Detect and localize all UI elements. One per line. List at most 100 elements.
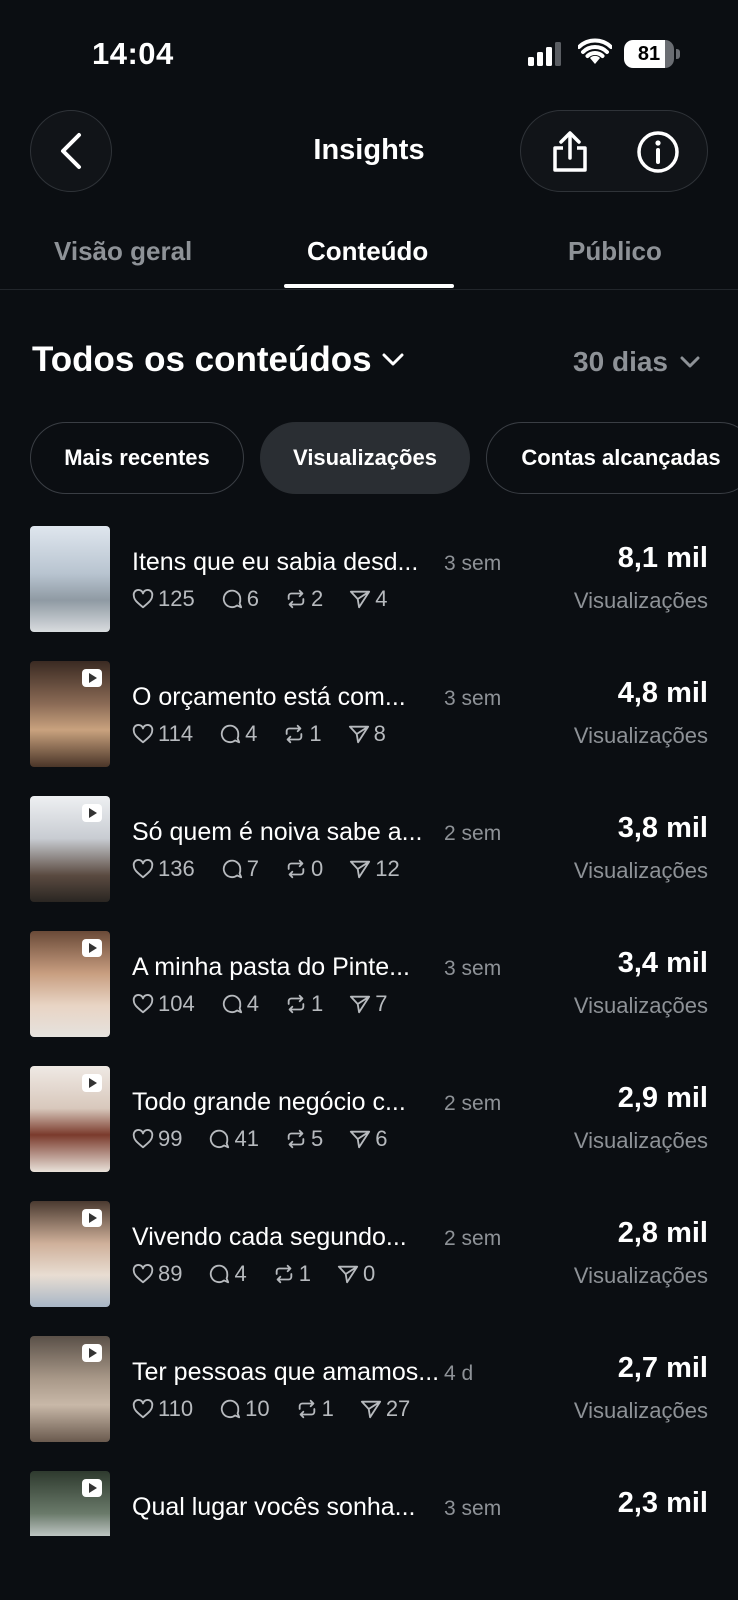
reel-icon — [82, 804, 102, 822]
views-value: 2,8 mil — [617, 1217, 708, 1249]
likes-stat: 114 — [132, 721, 193, 747]
post-thumbnail[interactable] — [30, 1201, 110, 1307]
post-thumbnail[interactable] — [30, 526, 110, 632]
post-stats: 125 6 2 4 — [132, 586, 413, 612]
post-stats: 89 4 1 0 — [132, 1261, 401, 1287]
comments-count: 6 — [246, 586, 259, 611]
send-icon — [350, 590, 371, 609]
reel-icon — [82, 939, 102, 957]
post-title: Todo grande negócio c... — [132, 1088, 406, 1116]
reposts-stat: 0 — [285, 856, 323, 882]
views-value: 4,8 mil — [617, 677, 708, 709]
reposts-stat: 1 — [285, 991, 323, 1017]
likes-stat: 125 — [132, 586, 195, 612]
shares-stat: 8 — [348, 721, 386, 747]
share-button[interactable] — [547, 129, 593, 175]
comments-count: 7 — [246, 856, 259, 881]
list-item[interactable]: Ter pessoas que amamos... 4 d 110 10 1 2… — [0, 1336, 738, 1442]
reel-icon — [82, 1344, 102, 1362]
reposts-stat: 1 — [296, 1396, 334, 1422]
post-stats: 136 7 0 12 — [132, 856, 426, 882]
comments-stat: 10 — [219, 1396, 270, 1422]
reel-icon — [82, 1074, 102, 1092]
list-item[interactable]: A minha pasta do Pinte... 3 sem 104 4 1 … — [0, 931, 738, 1037]
tab-overview[interactable]: Visão geral — [54, 236, 192, 267]
send-icon — [360, 1400, 381, 1419]
list-item[interactable]: Vivendo cada segundo... 2 sem 89 4 1 0 2… — [0, 1201, 738, 1307]
likes-count: 104 — [158, 991, 195, 1016]
likes-stat: 110 — [132, 1396, 193, 1422]
post-title: Ter pessoas que amamos... — [132, 1358, 440, 1386]
like-icon — [132, 1264, 154, 1284]
post-thumbnail[interactable] — [30, 1066, 110, 1172]
list-item[interactable]: Qual lugar vocês sonha... 3 sem 2,3 mil — [0, 1471, 738, 1536]
shares-stat: 12 — [349, 856, 400, 882]
reposts-count: 2 — [310, 586, 324, 611]
post-thumbnail[interactable] — [30, 931, 110, 1037]
likes-count: 114 — [158, 721, 194, 746]
views-value: 8,1 mil — [617, 542, 708, 574]
post-title: A minha pasta do Pinte... — [132, 953, 410, 981]
battery-indicator: 81 — [624, 40, 680, 68]
list-item[interactable]: Só quem é noiva sabe a... 2 sem 136 7 0 … — [0, 796, 738, 902]
comments-stat: 6 — [221, 586, 259, 612]
list-item[interactable]: Todo grande negócio c... 2 sem 99 41 5 6… — [0, 1066, 738, 1172]
like-icon — [132, 724, 154, 744]
comments-stat: 4 — [221, 991, 259, 1017]
list-item[interactable]: O orçamento está com... 3 sem 114 4 1 8 … — [0, 661, 738, 767]
likes-count: 125 — [158, 586, 195, 611]
info-button[interactable] — [635, 129, 681, 175]
views-value: 2,7 mil — [617, 1352, 708, 1384]
content-filter-dropdown[interactable]: Todos os conteúdos — [32, 340, 404, 380]
shares-count: 27 — [385, 1396, 411, 1421]
views-label: Visualizações — [573, 1398, 708, 1423]
tab-bar: Visão geral Conteúdo Público — [0, 212, 738, 290]
send-icon — [350, 995, 371, 1014]
list-item[interactable]: Itens que eu sabia desd... 3 sem 125 6 2… — [0, 526, 738, 632]
post-thumbnail[interactable] — [30, 661, 110, 767]
comments-count: 4 — [234, 1261, 247, 1286]
date-range-dropdown[interactable]: 30 dias — [573, 346, 700, 378]
comments-count: 4 — [245, 721, 258, 746]
post-thumbnail[interactable] — [30, 1336, 110, 1442]
chip-views[interactable]: Visualizações — [260, 422, 470, 494]
reposts-stat: 5 — [285, 1126, 323, 1152]
chip-accounts-reached[interactable]: Contas alcançadas — [486, 422, 738, 494]
send-icon — [350, 1130, 371, 1149]
comment-icon — [210, 1264, 230, 1284]
post-age: 2 sem — [444, 1092, 502, 1115]
post-age: 3 sem — [444, 957, 502, 980]
comments-count: 4 — [246, 991, 259, 1016]
comment-icon — [222, 994, 242, 1014]
chip-most-recent[interactable]: Mais recentes — [30, 422, 244, 494]
date-range-label: 30 dias — [573, 346, 668, 377]
shares-stat: 0 — [337, 1261, 375, 1287]
reel-icon — [82, 669, 102, 687]
comments-count: 41 — [234, 1126, 259, 1151]
shares-stat: 27 — [360, 1396, 410, 1422]
chevron-down-icon — [680, 356, 700, 368]
status-bar: 14:04 81 — [0, 0, 738, 104]
repost-icon — [287, 1129, 305, 1149]
send-icon — [337, 1265, 359, 1284]
repost-icon — [287, 859, 305, 879]
tab-audience[interactable]: Público — [568, 236, 662, 267]
post-thumbnail[interactable] — [30, 796, 110, 902]
battery-level: 81 — [637, 43, 661, 65]
views-label: Visualizações — [573, 1128, 708, 1153]
shares-count: 0 — [362, 1261, 376, 1286]
views-label: Visualizações — [573, 588, 708, 613]
post-thumbnail[interactable] — [30, 1471, 110, 1536]
send-icon — [348, 725, 369, 744]
header-actions — [520, 110, 708, 192]
reposts-count: 0 — [310, 856, 324, 881]
comment-icon — [222, 859, 242, 879]
post-title: Qual lugar vocês sonha... — [132, 1493, 416, 1521]
post-title: Só quem é noiva sabe a... — [132, 818, 423, 846]
comments-stat: 4 — [208, 1261, 247, 1287]
comments-stat: 41 — [208, 1126, 259, 1152]
like-icon — [132, 859, 154, 879]
tab-content[interactable]: Conteúdo — [307, 236, 428, 267]
shares-stat: 6 — [349, 1126, 387, 1152]
reposts-count: 5 — [310, 1126, 324, 1151]
